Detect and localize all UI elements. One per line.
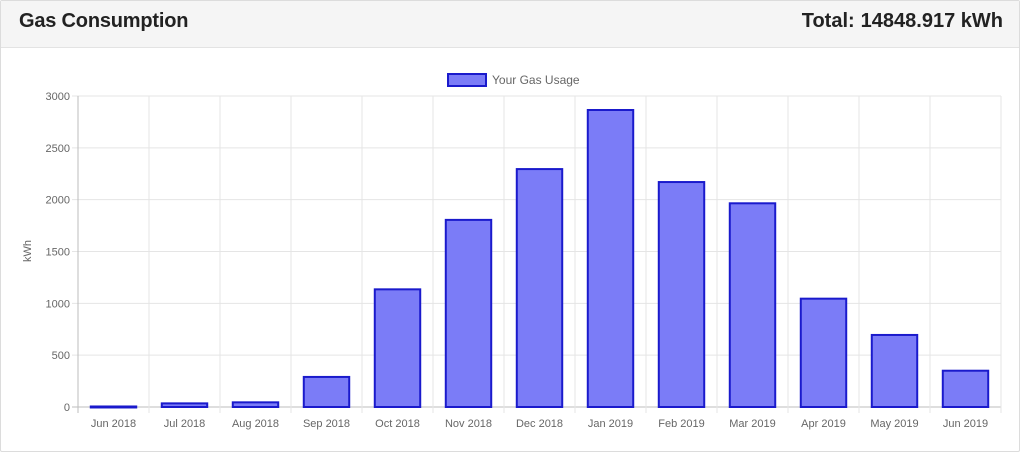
- legend-label[interactable]: Your Gas Usage: [492, 73, 580, 87]
- y-tick-label: 2000: [46, 195, 70, 207]
- y-tick-label: 1500: [46, 247, 70, 259]
- x-tick-label: May 2019: [870, 418, 918, 430]
- y-tick-label: 500: [52, 350, 70, 362]
- bar-may-2019[interactable]: [870, 333, 919, 408]
- bar-feb-2019[interactable]: [657, 181, 706, 408]
- bar-mar-2019[interactable]: [728, 202, 777, 408]
- y-axis-label: kWh: [22, 240, 34, 262]
- y-axis: 0 500 1000 1500 2000 2500 3000: [46, 91, 70, 414]
- bar-nov-2018[interactable]: [444, 218, 493, 408]
- y-tick-label: 1000: [46, 298, 70, 310]
- x-tick-label: Nov 2018: [445, 418, 492, 430]
- legend[interactable]: Your Gas Usage: [447, 73, 580, 87]
- y-tick-label: 2500: [46, 143, 70, 155]
- y-tick-label: 3000: [46, 91, 70, 103]
- legend-swatch[interactable]: [447, 73, 487, 87]
- bar-jul-2018[interactable]: [160, 402, 209, 409]
- x-axis: Jun 2018 Jul 2018 Aug 2018 Sep 2018 Oct 2018…: [91, 418, 988, 430]
- x-tick-label: Apr 2019: [801, 418, 846, 430]
- gas-usage-bar-chart: 0 500 1000 1500 2000 2500 3000 Jun 2018 Jul 201…: [22, 73, 1002, 430]
- x-tick-label: Mar 2019: [729, 418, 775, 430]
- bar-jan-2019[interactable]: [586, 108, 635, 409]
- x-tick-label: Jun 2019: [943, 418, 988, 430]
- bar-jun-2018[interactable]: [89, 405, 138, 409]
- bar-aug-2018[interactable]: [231, 401, 280, 408]
- bar-apr-2019[interactable]: [799, 297, 848, 408]
- bar-jun-2019[interactable]: [941, 369, 990, 409]
- x-tick-label: Oct 2018: [375, 418, 420, 430]
- bar-oct-2018[interactable]: [373, 288, 422, 409]
- bars: [89, 108, 990, 409]
- x-tick-label: Feb 2019: [658, 418, 704, 430]
- bar-dec-2018[interactable]: [515, 168, 564, 408]
- x-tick-label: Sep 2018: [303, 418, 350, 430]
- x-tick-label: Jun 2018: [91, 418, 136, 430]
- y-tick-label: 0: [64, 402, 70, 414]
- gas-consumption-card: Gas Consumption Total: 14848.917 kWh 0 500…: [0, 0, 1020, 452]
- x-tick-label: Dec 2018: [516, 418, 563, 430]
- bar-sep-2018[interactable]: [302, 375, 351, 409]
- x-tick-label: Aug 2018: [232, 418, 279, 430]
- x-tick-label: Jan 2019: [588, 418, 633, 430]
- x-tick-label: Jul 2018: [164, 418, 206, 430]
